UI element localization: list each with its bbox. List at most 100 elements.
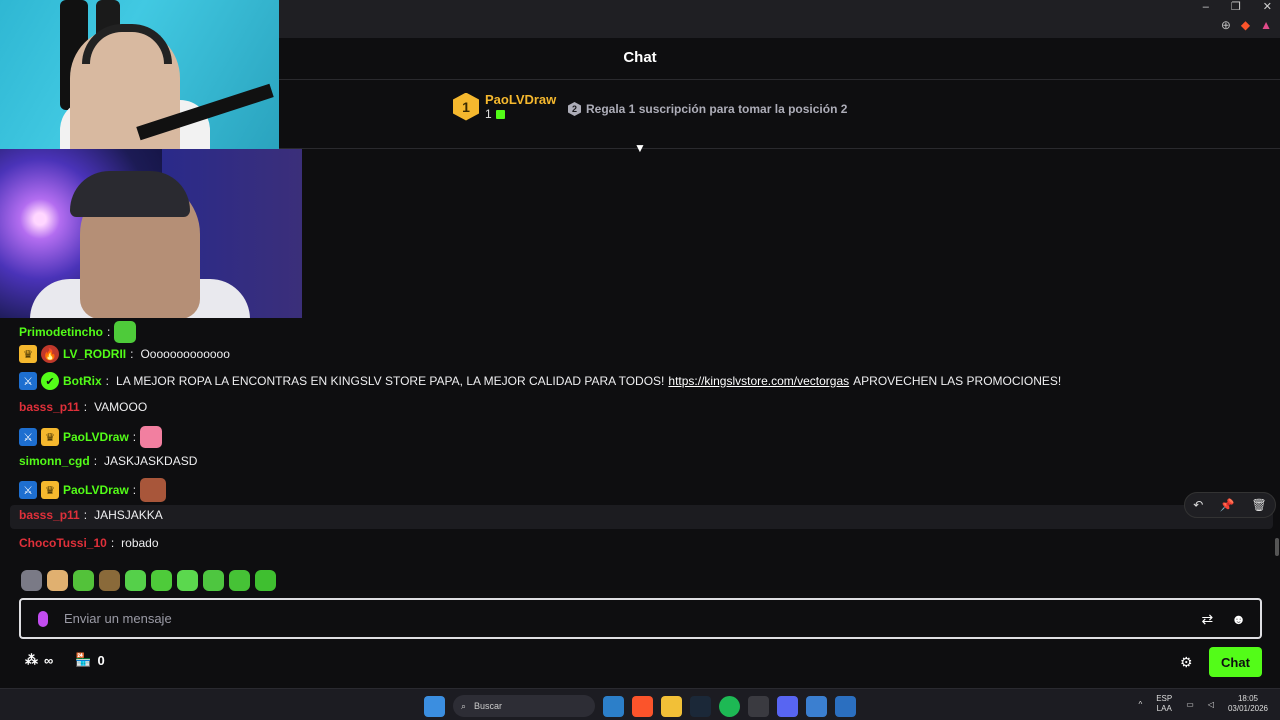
fire-badge-icon: 🔥 — [41, 345, 59, 363]
system-tray: ^ ESP LAA ▭ ◁ 18:05 03/01/2026 — [1138, 694, 1268, 714]
slot2-text: Regala 1 suscripción para tomar la posic… — [586, 102, 848, 116]
moderator-icon: ⚔ — [19, 428, 37, 446]
emote-icon[interactable] — [177, 570, 198, 591]
leaderboard-first[interactable]: 1 PaoLVDraw 1 — [453, 92, 556, 121]
send-chat-button[interactable]: Chat — [1209, 647, 1262, 677]
app-icon[interactable] — [835, 695, 856, 717]
chat-footer-left: ⁂ ∞ 🏪 0 — [25, 652, 105, 668]
translate-icon[interactable]: ⇄ — [1202, 611, 1214, 628]
brave-shield-icon[interactable]: ◆ — [1241, 18, 1250, 32]
message-text: JASKJASKDASD — [104, 454, 198, 468]
network-icon[interactable]: ▭ — [1186, 700, 1194, 709]
store-count: 0 — [97, 652, 105, 668]
chevron-up-icon[interactable]: ^ — [1138, 700, 1142, 709]
leaderboard-second[interactable]: 2 Regala 1 suscripción para tomar la pos… — [568, 102, 847, 116]
emote-icon[interactable] — [229, 570, 250, 591]
emoji-icon[interactable]: ☻ — [1231, 611, 1246, 628]
username[interactable]: Primodetincho — [19, 325, 103, 339]
emote-icon[interactable] — [151, 570, 172, 591]
quick-emote-bar — [21, 570, 276, 591]
webcam-streamer-1 — [0, 0, 279, 149]
steam-icon[interactable] — [690, 695, 711, 717]
folder-icon[interactable] — [661, 695, 682, 717]
chat-message[interactable]: ⚔ ♛ PaoLVDraw: — [19, 478, 167, 502]
minimize-button[interactable]: – — [1203, 0, 1209, 14]
rank-badge: 1 — [453, 92, 479, 121]
points-display[interactable]: ⁂ ∞ — [25, 652, 53, 668]
emote-icon — [114, 321, 137, 343]
window-controls: – ❐ ✕ — [1203, 0, 1272, 14]
reply-icon[interactable]: ↶ — [1193, 498, 1203, 512]
input-icons: ⇄ ☻ — [1202, 611, 1246, 628]
verified-icon: ✔ — [41, 372, 59, 390]
chat-message[interactable]: Primodetincho: — [19, 321, 137, 343]
language-indicator[interactable]: ESP LAA — [1156, 694, 1172, 714]
clock[interactable]: 18:05 03/01/2026 — [1228, 694, 1268, 714]
close-button[interactable]: ✕ — [1263, 0, 1272, 14]
microphone-icon[interactable] — [38, 610, 48, 627]
chat-message[interactable]: ⚔ ✔ BotRix: LA MEJOR ROPA LA ENCONTRAS E… — [19, 372, 1061, 390]
brave-rewards-icon[interactable]: ▲ — [1260, 18, 1272, 32]
infinity-icon: ∞ — [44, 652, 54, 668]
message-text: robado — [121, 536, 159, 550]
chat-message[interactable]: basss_p11: VAMOOO — [19, 400, 147, 414]
message-link[interactable]: https://kingslvstore.com/vectorgas — [668, 374, 849, 388]
collapse-icon[interactable]: ▼ — [632, 141, 648, 155]
chat-message[interactable]: ⚔ ♛ PaoLVDraw: — [19, 426, 163, 448]
emote-icon[interactable] — [73, 570, 94, 591]
maximize-button[interactable]: ❐ — [1231, 0, 1241, 14]
delete-icon[interactable]: 🗑 — [1251, 498, 1266, 512]
brave-icon[interactable] — [632, 695, 653, 717]
notepad-icon[interactable] — [806, 695, 827, 717]
app-icon[interactable] — [748, 695, 769, 717]
gear-icon[interactable]: ⚙ — [1180, 654, 1193, 671]
taskbar-search[interactable]: ⌕ Buscar — [453, 695, 595, 717]
store-icon: 🏪 — [75, 652, 92, 667]
emote-icon[interactable] — [99, 570, 120, 591]
chat-message[interactable]: ChocoTussi_10: robado — [19, 536, 159, 550]
username[interactable]: basss_p11 — [19, 400, 80, 414]
emote-icon[interactable] — [255, 570, 276, 591]
rank-badge: 2 — [568, 102, 581, 116]
message-text: VAMOOO — [94, 400, 148, 414]
message-actions: ↶ 📌 🗑 — [1184, 492, 1276, 518]
message-hover-highlight — [10, 505, 1273, 529]
volume-icon[interactable]: ◁ — [1208, 700, 1214, 709]
emote-icon[interactable] — [125, 570, 146, 591]
scrollbar[interactable] — [1275, 538, 1279, 556]
crown-icon: ♛ — [41, 481, 59, 499]
username[interactable]: PaoLVDraw — [63, 430, 129, 444]
divider — [279, 148, 1280, 149]
emote-icon — [140, 478, 167, 502]
emote-icon[interactable] — [21, 570, 42, 591]
chat-message[interactable]: ♛ 🔥 LV_RODRII: Ooooooooooooo — [19, 345, 230, 363]
search-icon: ⌕ — [461, 700, 467, 711]
os-taskbar: ⌕ Buscar ^ ESP LAA ▭ ◁ 18:05 03/01/2026 — [0, 688, 1280, 720]
chat-message[interactable]: basss_p11: JAHSJAKKA — [19, 508, 163, 522]
browser-chrome: – ❐ ✕ ⊕ ◆ ▲ — [279, 0, 1280, 38]
emote-icon[interactable] — [203, 570, 224, 591]
task-view-icon[interactable] — [603, 695, 624, 717]
username[interactable]: simonn_cgd — [19, 454, 90, 468]
discord-icon[interactable] — [777, 695, 798, 717]
moderator-icon: ⚔ — [19, 481, 37, 499]
username[interactable]: ChocoTussi_10 — [19, 536, 107, 550]
emote-icon[interactable] — [47, 570, 68, 591]
username[interactable]: LV_RODRII — [63, 347, 126, 361]
chat-input[interactable] — [64, 611, 1164, 626]
pin-icon[interactable]: 📌 — [1220, 498, 1235, 512]
gift-count: 1 — [485, 107, 492, 121]
store-display[interactable]: 🏪 0 — [75, 652, 104, 668]
username[interactable]: BotRix — [63, 374, 102, 388]
username[interactable]: PaoLVDraw — [63, 483, 129, 497]
points-icon: ⁂ — [25, 652, 38, 667]
emote-icon — [140, 426, 163, 448]
chat-message[interactable]: simonn_cgd: JASKJASKDASD — [19, 454, 197, 468]
webcam-streamer-2 — [0, 149, 302, 318]
chat-title: Chat — [623, 49, 657, 66]
zoom-icon[interactable]: ⊕ — [1221, 18, 1231, 32]
chat-input-box[interactable]: ⇄ ☻ — [19, 598, 1262, 639]
windows-start-icon[interactable] — [424, 695, 445, 717]
username[interactable]: basss_p11 — [19, 508, 80, 522]
spotify-icon[interactable] — [719, 695, 740, 717]
